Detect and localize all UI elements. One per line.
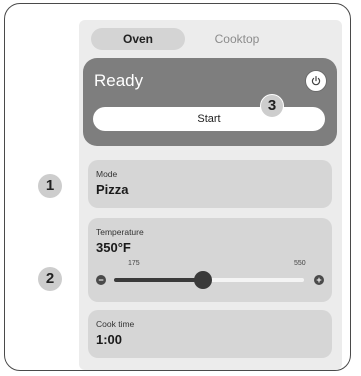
mode-card[interactable]: Mode Pizza xyxy=(88,160,332,208)
tab-cooktop[interactable]: Cooktop xyxy=(197,28,277,50)
tab-oven[interactable]: Oven xyxy=(91,28,185,50)
slider-max-label: 550 xyxy=(294,260,306,267)
cook-time-card[interactable]: Cook time 1:00 xyxy=(88,310,332,358)
power-icon xyxy=(311,76,321,86)
cook-time-value: 1:00 xyxy=(96,332,123,347)
temperature-slider-fill xyxy=(114,278,203,282)
mode-value: Pizza xyxy=(96,182,129,197)
temperature-card: Temperature 350°F 175 550 − + xyxy=(88,218,332,302)
minus-icon[interactable]: − xyxy=(96,275,106,285)
power-button[interactable] xyxy=(305,70,327,92)
cook-time-label: Cook time xyxy=(96,319,135,329)
slider-min-label: 175 xyxy=(128,260,140,267)
screenshot-frame: Oven Cooktop Ready Start Mode Pizza Temp… xyxy=(4,3,351,371)
callout-2: 2 xyxy=(38,267,62,291)
temperature-slider-thumb[interactable] xyxy=(193,271,212,289)
status-title: Ready xyxy=(94,71,144,90)
plus-icon[interactable]: + xyxy=(314,275,324,285)
callout-1: 1 xyxy=(38,174,62,198)
status-card: Ready Start xyxy=(83,58,337,146)
callout-3: 3 xyxy=(260,94,284,118)
temperature-value: 350°F xyxy=(96,240,131,255)
temperature-label: Temperature xyxy=(96,227,144,237)
mode-label: Mode xyxy=(96,169,118,179)
start-button[interactable]: Start xyxy=(93,107,325,131)
app-screen: Oven Cooktop Ready Start Mode Pizza Temp… xyxy=(79,20,342,370)
